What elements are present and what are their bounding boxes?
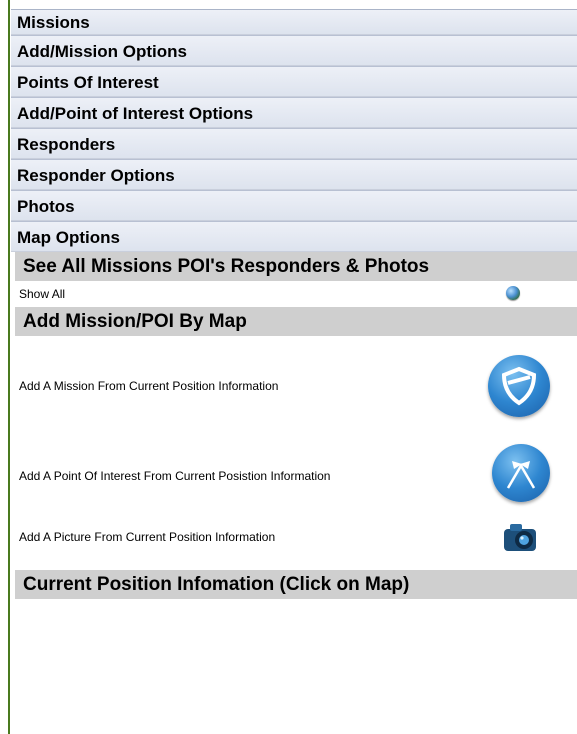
accordion-photos[interactable]: Photos	[11, 190, 577, 221]
add-mission-row: Add A Mission From Current Position Info…	[11, 336, 577, 434]
add-poi-row: Add A Point Of Interest From Current Pos…	[11, 434, 577, 516]
globe-icon[interactable]	[506, 286, 520, 300]
accordion-responders[interactable]: Responders	[11, 128, 577, 159]
accordion-map-options[interactable]: Map Options	[11, 221, 577, 252]
see-all-section-title: See All Missions POI's Responders & Phot…	[15, 252, 577, 281]
show-all-row: Show All	[11, 281, 577, 307]
add-picture-row: Add A Picture From Current Position Info…	[11, 516, 577, 570]
accordion-add-poi-options[interactable]: Add/Point of Interest Options	[11, 97, 577, 128]
flags-icon[interactable]	[492, 444, 550, 502]
side-panel: Missions Add/Mission Options Points Of I…	[11, 0, 577, 599]
current-position-section-title: Current Position Infomation (Click on Ma…	[15, 570, 577, 599]
camera-icon[interactable]	[502, 519, 542, 557]
accordion-missions[interactable]: Missions	[11, 9, 577, 35]
accordion-responder-options[interactable]: Responder Options	[11, 159, 577, 190]
add-picture-label: Add A Picture From Current Position Info…	[19, 530, 276, 544]
add-poi-label: Add A Point Of Interest From Current Pos…	[19, 469, 331, 483]
show-all-label: Show All	[19, 287, 66, 301]
add-mission-label: Add A Mission From Current Position Info…	[19, 379, 279, 393]
add-by-map-section-title: Add Mission/POI By Map	[15, 307, 577, 336]
shield-icon[interactable]	[488, 355, 550, 417]
accordion-add-mission-options[interactable]: Add/Mission Options	[11, 35, 577, 66]
left-border	[0, 0, 10, 734]
accordion-points-of-interest[interactable]: Points Of Interest	[11, 66, 577, 97]
